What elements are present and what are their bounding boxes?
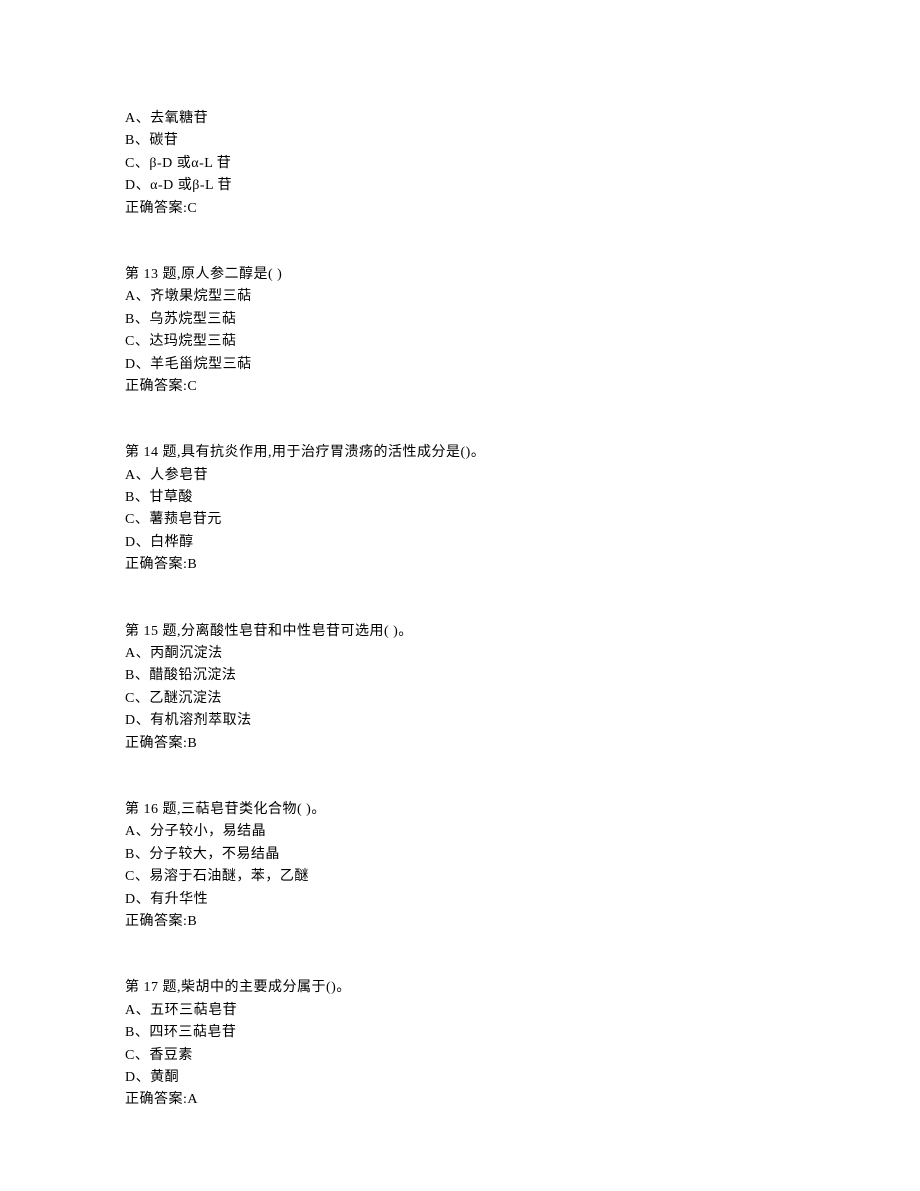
- question-block-17: 第 17 题,柴胡中的主要成分属于()。 A、五环三萜皂苷 B、四环三萜皂苷 C…: [125, 977, 920, 1111]
- question-block-14: 第 14 题,具有抗炎作用,用于治疗胃溃疡的活性成分是()。 A、人参皂苷 B、…: [125, 442, 920, 576]
- option-d: D、有升华性: [125, 889, 920, 911]
- option-d: D、白桦醇: [125, 532, 920, 554]
- option-c: C、达玛烷型三萜: [125, 331, 920, 353]
- option-a: A、去氧糖苷: [125, 108, 920, 130]
- correct-answer: 正确答案:B: [125, 554, 920, 576]
- option-a: A、人参皂苷: [125, 465, 920, 487]
- question-stem: 第 16 题,三萜皂苷类化合物( )。: [125, 799, 920, 821]
- option-a: A、丙酮沉淀法: [125, 643, 920, 665]
- question-block-15: 第 15 题,分离酸性皂苷和中性皂苷可选用( )。 A、丙酮沉淀法 B、醋酸铅沉…: [125, 621, 920, 755]
- option-b: B、四环三萜皂苷: [125, 1022, 920, 1044]
- option-c: C、乙醚沉淀法: [125, 688, 920, 710]
- option-a: A、五环三萜皂苷: [125, 1000, 920, 1022]
- option-c: C、β-D 或α-L 苷: [125, 153, 920, 175]
- question-stem: 第 13 题,原人参二醇是( ): [125, 264, 920, 286]
- document-page: A、去氧糖苷 B、碳苷 C、β-D 或α-L 苷 D、α-D 或β-L 苷 正确…: [0, 0, 920, 1112]
- option-a: A、分子较小，易结晶: [125, 821, 920, 843]
- question-block-12-partial: A、去氧糖苷 B、碳苷 C、β-D 或α-L 苷 D、α-D 或β-L 苷 正确…: [125, 108, 920, 220]
- option-d: D、羊毛甾烷型三萜: [125, 354, 920, 376]
- correct-answer: 正确答案:B: [125, 911, 920, 933]
- option-c: C、薯蓣皂苷元: [125, 509, 920, 531]
- correct-answer: 正确答案:C: [125, 376, 920, 398]
- option-c: C、易溶于石油醚，苯，乙醚: [125, 866, 920, 888]
- question-stem: 第 14 题,具有抗炎作用,用于治疗胃溃疡的活性成分是()。: [125, 442, 920, 464]
- option-b: B、甘草酸: [125, 487, 920, 509]
- correct-answer: 正确答案:B: [125, 733, 920, 755]
- option-b: B、碳苷: [125, 130, 920, 152]
- option-b: B、乌苏烷型三萜: [125, 309, 920, 331]
- question-block-13: 第 13 题,原人参二醇是( ) A、齐墩果烷型三萜 B、乌苏烷型三萜 C、达玛…: [125, 264, 920, 398]
- correct-answer: 正确答案:A: [125, 1089, 920, 1111]
- option-d: D、α-D 或β-L 苷: [125, 175, 920, 197]
- option-c: C、香豆素: [125, 1045, 920, 1067]
- question-stem: 第 15 题,分离酸性皂苷和中性皂苷可选用( )。: [125, 621, 920, 643]
- correct-answer: 正确答案:C: [125, 198, 920, 220]
- question-block-16: 第 16 题,三萜皂苷类化合物( )。 A、分子较小，易结晶 B、分子较大，不易…: [125, 799, 920, 933]
- option-d: D、有机溶剂萃取法: [125, 710, 920, 732]
- question-stem: 第 17 题,柴胡中的主要成分属于()。: [125, 977, 920, 999]
- option-b: B、醋酸铅沉淀法: [125, 665, 920, 687]
- option-a: A、齐墩果烷型三萜: [125, 286, 920, 308]
- option-d: D、黄酮: [125, 1067, 920, 1089]
- option-b: B、分子较大，不易结晶: [125, 844, 920, 866]
